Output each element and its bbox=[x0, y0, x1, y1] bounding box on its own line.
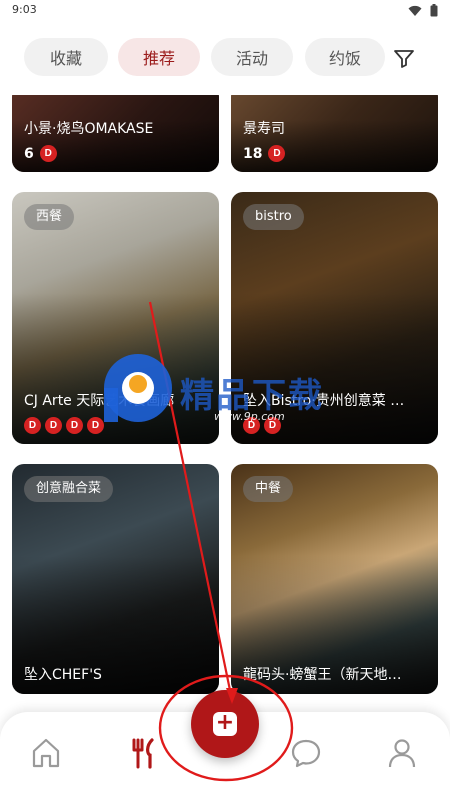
restaurant-meta: D D D D bbox=[24, 417, 104, 434]
review-count: 18 bbox=[243, 145, 263, 162]
plus-icon: + bbox=[213, 712, 237, 736]
d-badge-icon: D bbox=[87, 417, 104, 434]
tab-favorites[interactable]: 收藏 bbox=[24, 38, 108, 76]
cuisine-tag: 中餐 bbox=[243, 476, 294, 502]
chat-bubble-icon[interactable] bbox=[290, 736, 322, 770]
status-icons bbox=[408, 4, 438, 17]
add-button[interactable]: + bbox=[191, 690, 259, 758]
restaurant-name: 龍码头·螃蟹王（新天地… bbox=[243, 667, 402, 683]
plus-symbol: + bbox=[215, 710, 235, 735]
cuisine-tag: bistro bbox=[243, 204, 304, 230]
restaurant-card[interactable]: 中餐 龍码头·螃蟹王（新天地… bbox=[231, 464, 438, 694]
restaurant-card[interactable]: 小景·烧鸟OMAKASE 6 D bbox=[12, 95, 219, 172]
cuisine-tag: 西餐 bbox=[24, 204, 75, 230]
d-badge-icon: D bbox=[39, 145, 57, 162]
cuisine-tag: 创意融合菜 bbox=[24, 476, 114, 502]
restaurant-meta: 18 D bbox=[243, 145, 286, 162]
status-bar: 9:03 bbox=[0, 0, 450, 22]
tab-dine-together[interactable]: 约饭 bbox=[305, 38, 385, 76]
d-badge-icon: D bbox=[45, 417, 62, 434]
d-badge-icon: D bbox=[268, 145, 286, 162]
filter-icon[interactable] bbox=[392, 46, 416, 70]
fork-knife-icon[interactable] bbox=[128, 736, 160, 770]
restaurant-card[interactable]: 创意融合菜 坠入CHEF'S bbox=[12, 464, 219, 694]
tab-events[interactable]: 活动 bbox=[211, 38, 293, 76]
restaurant-card[interactable]: 景寿司 18 D bbox=[231, 95, 438, 172]
wifi-icon bbox=[408, 5, 422, 16]
battery-icon bbox=[430, 4, 438, 17]
status-time: 9:03 bbox=[12, 3, 37, 16]
d-badge-icon: D bbox=[24, 417, 41, 434]
restaurant-name: 坠入CHEF'S bbox=[24, 667, 102, 683]
restaurant-name: 景寿司 bbox=[243, 121, 285, 137]
tab-recommended[interactable]: 推荐 bbox=[118, 38, 200, 76]
d-badge-icon: D bbox=[66, 417, 83, 434]
review-count: 6 bbox=[24, 145, 34, 162]
restaurant-meta: 6 D bbox=[24, 145, 57, 162]
restaurant-name: 小景·烧鸟OMAKASE bbox=[24, 121, 154, 137]
home-icon[interactable] bbox=[30, 736, 62, 770]
person-icon[interactable] bbox=[386, 736, 418, 770]
watermark-url: www.9p.com bbox=[214, 410, 285, 423]
category-tabs: 收藏 推荐 活动 约饭 bbox=[0, 38, 450, 78]
